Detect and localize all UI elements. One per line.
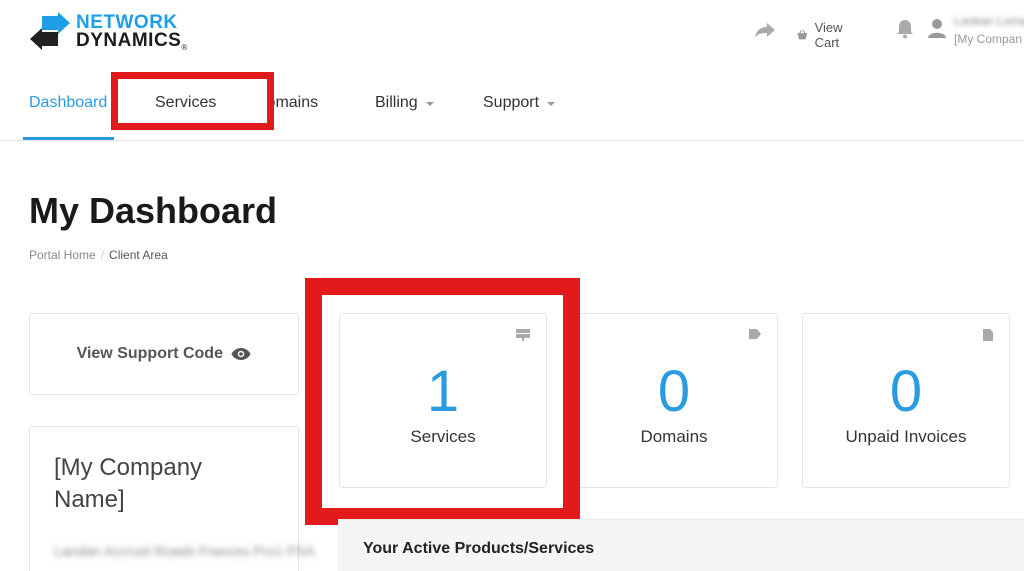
breadcrumb: Portal Home / Client Area [29, 248, 168, 262]
user-name[interactable]: Lankan Lomas [954, 14, 1024, 28]
company-card: [My Company Name] Landan Accrust Roads F… [29, 426, 315, 571]
active-tab-indicator [23, 137, 114, 140]
view-support-code-card[interactable]: View Support Code [29, 313, 299, 395]
nav-billing[interactable]: Billing [375, 94, 434, 112]
domains-label: Domains [640, 427, 708, 446]
page-title: My Dashboard [29, 190, 278, 231]
chevron-down-icon [425, 102, 434, 106]
stat-invoices-tile[interactable]: 0 Unpaid Invoices [802, 313, 1010, 488]
bell-icon[interactable] [896, 19, 914, 44]
eye-icon [231, 347, 251, 360]
view-cart-label: View Cart [814, 20, 843, 50]
brand-line-2: DYNAMICS® [76, 30, 188, 52]
company-address: Landan Accrust Roads Frances Pro1 PSA [54, 543, 315, 559]
user-icon[interactable] [928, 18, 946, 45]
active-products-panel: Your Active Products/Services [338, 519, 1024, 571]
logo-arrows-icon [30, 12, 70, 50]
breadcrumb-portal-home[interactable]: Portal Home [29, 248, 96, 262]
nav-dashboard[interactable]: Dashboard [29, 94, 107, 112]
nav-support[interactable]: Support [483, 94, 556, 112]
nav-services-highlighted[interactable]: Services [155, 94, 216, 112]
brand-logo[interactable]: NETWORK DYNAMICS® [28, 12, 213, 54]
breadcrumb-separator: / [100, 248, 105, 262]
highlight-box-services-tile [305, 278, 580, 525]
view-support-code-button[interactable]: View Support Code [30, 345, 298, 363]
view-cart-button[interactable]: View Cart [796, 20, 850, 50]
tag-icon [749, 329, 761, 339]
share-icon[interactable] [754, 21, 776, 44]
active-products-title: Your Active Products/Services [363, 540, 595, 557]
unpaid-invoices-label: Unpaid Invoices [845, 427, 967, 446]
unpaid-invoices-count: 0 [889, 359, 923, 424]
breadcrumb-client-area: Client Area [109, 248, 168, 262]
stat-domains-tile[interactable]: 0 Domains [570, 313, 778, 488]
company-name: [My Company Name] [54, 454, 203, 513]
user-company[interactable]: [My Compan [954, 32, 1022, 46]
chevron-down-icon [547, 102, 556, 106]
basket-icon [797, 29, 808, 40]
domains-count: 0 [657, 359, 691, 424]
document-icon [983, 329, 993, 341]
